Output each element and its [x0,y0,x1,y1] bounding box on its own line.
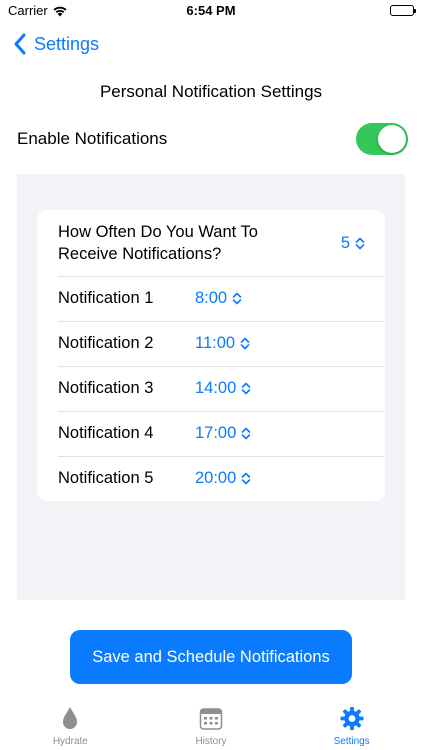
time-picker[interactable]: 17:00 [195,424,251,443]
chevron-up-down-icon [232,292,242,305]
status-bar: Carrier 6:54 PM [0,0,422,22]
chevron-up-down-icon [241,472,251,485]
settings-panel: How Often Do You Want To Receive Notific… [17,174,405,600]
gear-icon [340,706,364,731]
tab-label: Settings [333,736,370,747]
frequency-value: 5 [340,233,350,252]
tab-settings[interactable]: Settings [281,700,422,750]
time-value: 17:00 [195,424,237,442]
notification-row: Notification 5 20:00 [37,456,385,501]
notification-label: Notification 2 [58,334,154,352]
chevron-up-down-icon [355,237,365,249]
status-time: 6:54 PM [186,3,236,18]
chevron-left-icon [14,33,26,55]
tab-hydrate[interactable]: Hydrate [0,700,141,750]
notification-row: Notification 3 14:00 [37,366,385,411]
time-picker[interactable]: 14:00 [195,379,251,398]
tab-bar: Hydrate History Settings [0,700,422,750]
notification-card: How Often Do You Want To Receive Notific… [37,210,385,501]
notification-row: Notification 4 17:00 [37,411,385,456]
time-value: 11:00 [195,334,236,352]
back-label: Settings [34,33,100,54]
battery-icon [390,5,416,16]
back-button[interactable]: Settings [10,30,99,58]
notification-label: Notification 5 [58,469,154,487]
tab-history[interactable]: History [141,700,282,750]
frequency-picker[interactable]: 5 [341,234,365,253]
calendar-icon [199,708,223,730]
chevron-up-down-icon [241,427,251,440]
time-value: 20:00 [195,469,237,487]
notification-label: Notification 1 [58,289,154,307]
notification-row: Notification 2 11:00 [37,321,385,366]
notification-label: Notification 3 [58,379,154,397]
drop-icon [63,707,78,729]
tab-label: Hydrate [52,736,88,747]
notification-row: Notification 1 8:00 [37,276,385,321]
notification-label: Notification 4 [58,424,154,442]
frequency-row: How Often Do You Want To Receive Notific… [37,210,385,276]
enable-notifications-row: Enable Notifications [17,122,408,156]
time-picker[interactable]: 20:00 [195,469,251,488]
time-value: 8:00 [195,289,228,307]
save-schedule-button[interactable]: Save and Schedule Notifications [70,630,352,684]
toggle-knob [378,125,406,153]
tab-label: History [195,736,227,747]
page-title: Personal Notification Settings [99,82,323,101]
time-picker[interactable]: 8:00 [195,289,242,308]
chevron-up-down-icon [241,382,251,395]
time-picker[interactable]: 11:00 [195,334,250,353]
enable-notifications-toggle[interactable] [356,123,408,155]
enable-notifications-label: Enable Notifications [17,129,168,148]
frequency-question: How Often Do You Want To Receive Notific… [58,223,258,263]
time-value: 14:00 [195,379,237,397]
chevron-up-down-icon [240,337,250,350]
